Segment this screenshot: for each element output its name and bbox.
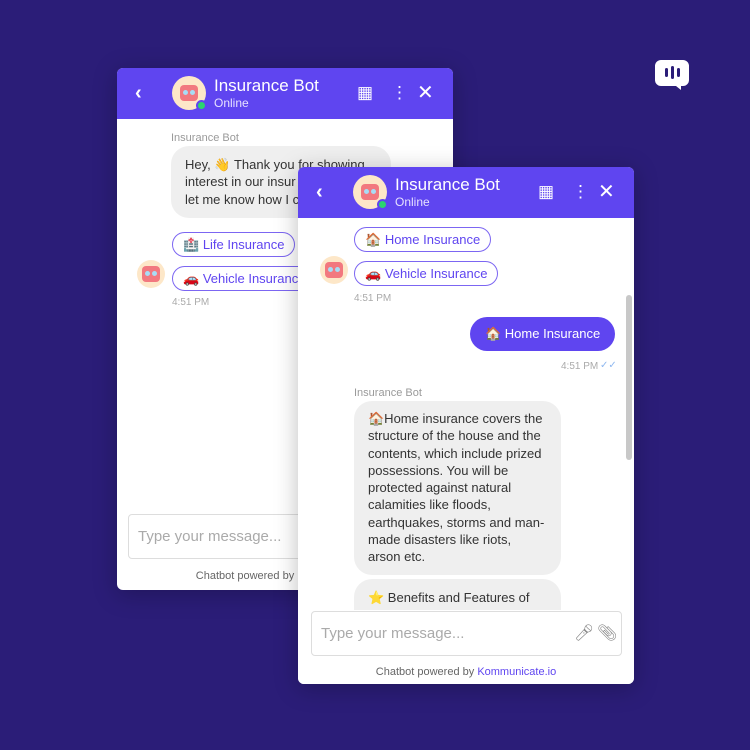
contact-icon[interactable]: ▦ xyxy=(357,83,373,103)
bot-status: Online xyxy=(214,96,249,110)
hospital-icon: 🏥 xyxy=(183,237,200,252)
powered-by-text: Chatbot powered by xyxy=(375,666,478,678)
online-indicator xyxy=(196,100,207,111)
chat-window-front: ‹ Insurance Bot Online ▦ ⋮ ✕ 🏠 Home Insu… xyxy=(298,167,634,684)
user-message: 🏠 Home Insurance xyxy=(470,317,616,351)
robot-icon xyxy=(142,266,160,282)
option-life-insurance[interactable]: 🏥 Life Insurance xyxy=(172,232,296,257)
option-label: Life Insurance xyxy=(202,237,285,252)
back-icon[interactable]: ‹ xyxy=(135,82,142,105)
microphone-icon[interactable]: 🎤︎ xyxy=(574,623,594,643)
option-label: Vehicle Insurance xyxy=(384,266,488,281)
option-vehicle-insurance[interactable]: 🚗 Vehicle Insurance xyxy=(172,266,317,291)
close-icon[interactable]: ✕ xyxy=(598,179,615,204)
message-time: 4:51 PM xyxy=(354,293,392,304)
message-time: 4:51 PM xyxy=(172,297,210,308)
robot-icon xyxy=(180,85,198,101)
bot-title: Insurance Bot xyxy=(214,76,319,95)
close-icon[interactable]: ✕ xyxy=(417,80,434,105)
chat-header: ‹ Insurance Bot Online ▦ ⋮ ✕ xyxy=(117,68,453,119)
car-icon: 🚗 xyxy=(183,271,200,286)
chat-bars-icon xyxy=(655,60,689,90)
sender-label: Insurance Bot xyxy=(171,132,239,144)
read-receipt-icon: ✓✓ xyxy=(600,360,617,371)
online-indicator xyxy=(377,199,388,210)
car-icon: 🚗 xyxy=(365,266,382,281)
back-icon[interactable]: ‹ xyxy=(316,181,323,204)
attachment-icon[interactable]: 📎︎ xyxy=(597,623,617,643)
robot-icon xyxy=(361,184,379,200)
contact-icon[interactable]: ▦ xyxy=(538,182,554,202)
scrollbar[interactable] xyxy=(626,295,632,460)
kommunicate-link[interactable]: Kommunicate.io xyxy=(477,666,556,678)
powered-by: Chatbot powered by Kommunicate.io xyxy=(298,666,634,678)
sender-label: Insurance Bot xyxy=(354,387,422,399)
option-label: Home Insurance xyxy=(384,232,481,247)
option-label: Vehicle Insurance xyxy=(202,271,306,286)
bot-avatar-small xyxy=(320,256,348,284)
house-icon: 🏠 xyxy=(365,232,382,247)
bot-title: Insurance Bot xyxy=(395,175,500,194)
user-message-time: 4:51 PM xyxy=(561,361,599,372)
option-vehicle-insurance[interactable]: 🚗 Vehicle Insurance xyxy=(354,261,499,286)
option-home-insurance[interactable]: 🏠 Home Insurance xyxy=(354,227,492,252)
bot-avatar-small xyxy=(137,260,165,288)
bot-message: 🏠Home insurance covers the structure of … xyxy=(354,401,561,575)
more-icon[interactable]: ⋮ xyxy=(391,83,408,103)
chat-header: ‹ Insurance Bot Online ▦ ⋮ ✕ xyxy=(298,167,634,218)
more-icon[interactable]: ⋮ xyxy=(572,182,589,202)
robot-icon xyxy=(325,262,343,278)
bot-status: Online xyxy=(395,195,430,209)
